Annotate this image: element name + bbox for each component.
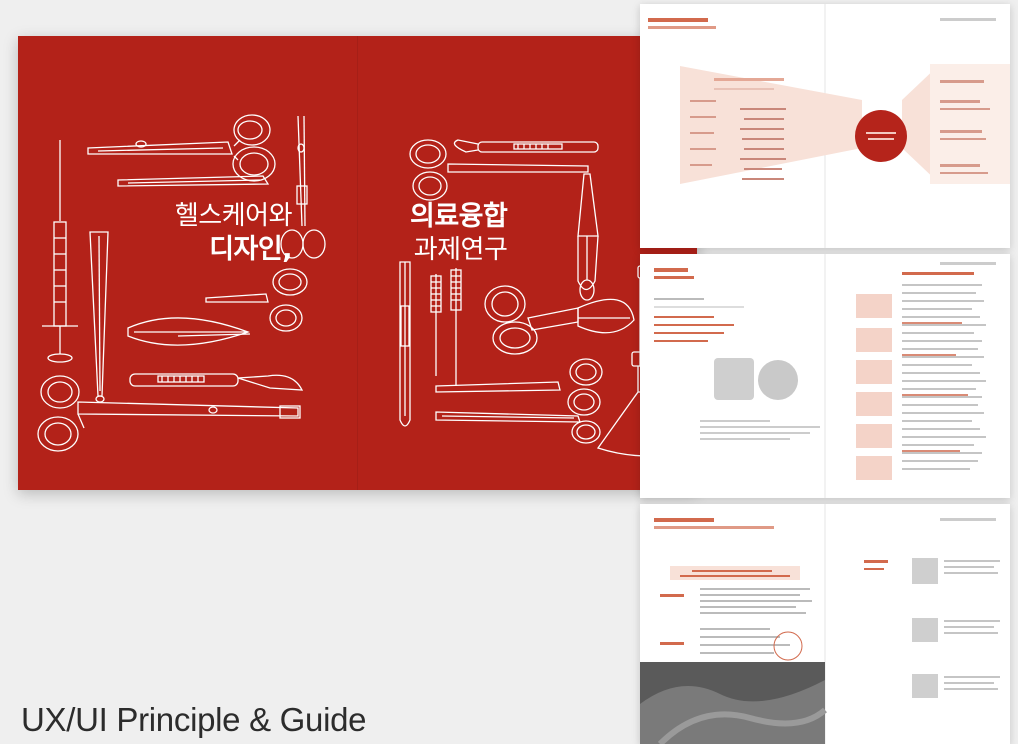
title-right-line1: 의료융합 xyxy=(410,201,508,232)
thumbnail-page-2 xyxy=(640,254,1010,498)
caption-text: UX/UI Principle & Guide xyxy=(21,701,367,738)
book-cover-spread: 헬스케어와 디자인, 의료융합 과제연구 xyxy=(18,36,697,490)
tweezers-icon xyxy=(89,231,109,403)
cover-title-right: 의료융합 과제연구 xyxy=(410,200,508,266)
title-left-line1: 헬스케어와 xyxy=(174,201,293,231)
scoop-forceps-icon xyxy=(577,173,599,301)
research-thumbnail-graphic xyxy=(640,504,1010,744)
thumbnail-page-1 xyxy=(640,4,1010,248)
brush-icon xyxy=(430,268,462,386)
lower-tweezers-icon xyxy=(435,411,601,444)
thumbnail-page-3 xyxy=(640,504,1010,744)
cover-title-left: 헬스케어와 디자인, xyxy=(174,200,293,266)
table-thumbnail-graphic xyxy=(640,254,1010,498)
small-scissors-icon xyxy=(205,268,308,332)
title-right-line2: 과제연구 xyxy=(413,234,508,265)
scissors-icon xyxy=(87,114,276,182)
diagram-thumbnail-graphic xyxy=(640,4,1010,248)
needle-holder-icon xyxy=(127,317,251,346)
scalpel-top-icon xyxy=(453,139,599,153)
bandage-scissors-icon xyxy=(484,285,635,355)
lower-scissors-icon xyxy=(435,358,603,416)
syringe-icon xyxy=(42,140,78,363)
title-left-line2: 디자인, xyxy=(209,233,292,265)
large-hemostat-icon xyxy=(37,375,301,452)
page-fold xyxy=(357,36,358,490)
scalpel-icon xyxy=(129,373,304,391)
elevator-icon xyxy=(399,261,411,427)
forceps-icon xyxy=(117,175,270,187)
